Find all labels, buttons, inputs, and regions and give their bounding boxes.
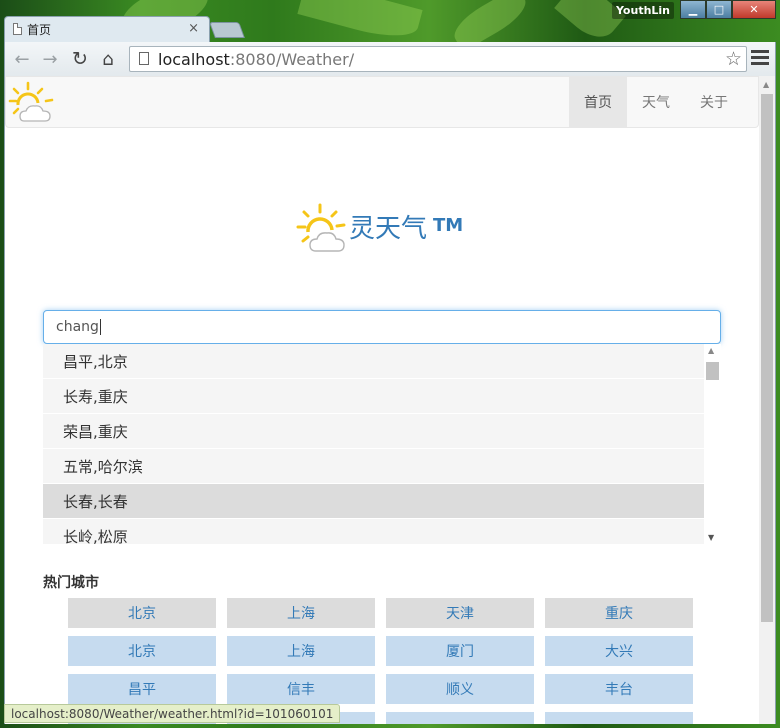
city-button[interactable]: 重庆	[545, 598, 693, 628]
suggestion-item[interactable]: 长岭,松原	[43, 519, 704, 544]
city-button[interactable]: 丰台	[545, 674, 693, 704]
search-value: chang	[56, 319, 99, 335]
city-button[interactable]	[386, 712, 534, 724]
profile-name[interactable]: YouthLin	[612, 2, 674, 19]
app-title-text: 灵天气	[349, 214, 428, 244]
scroll-down-arrow-icon[interactable]: ▼	[708, 533, 714, 542]
browser-toolbar: ← → ↻ ⌂ localhost:8080/Weather/ ☆	[4, 42, 776, 76]
city-button[interactable]: 北京	[68, 598, 216, 628]
browser-window: 首页 × YouthLin ▁ □ ✕ ← → ↻ ⌂ localhost:80…	[0, 0, 780, 728]
hot-cities-row: 北京 上海 厦门 大兴	[68, 636, 708, 666]
url-path: :8080/Weather/	[229, 49, 355, 69]
city-button[interactable]: 昌平	[68, 674, 216, 704]
scroll-up-arrow-icon[interactable]: ▲	[708, 346, 714, 355]
scroll-up-arrow-icon[interactable]: ▲	[763, 80, 769, 89]
forward-button[interactable]: →	[39, 48, 61, 70]
scrollbar-thumb[interactable]	[706, 362, 719, 380]
city-button[interactable]	[545, 712, 693, 724]
scrollbar-thumb[interactable]	[761, 94, 773, 622]
city-button[interactable]: 上海	[227, 636, 375, 666]
tab-title: 首页	[27, 23, 52, 37]
suggestion-item[interactable]: 五常,哈尔滨	[43, 449, 704, 484]
city-button[interactable]: 顺义	[386, 674, 534, 704]
trademark-mark: TM	[433, 215, 464, 236]
page-icon	[139, 52, 149, 65]
sun-cloud-logo-icon	[296, 203, 346, 252]
menu-icon[interactable]	[751, 50, 769, 68]
page-scrollbar[interactable]: ▲	[759, 76, 775, 724]
page-icon	[13, 23, 22, 35]
city-button[interactable]: 北京	[68, 636, 216, 666]
suggestion-item[interactable]: 荣昌,重庆	[43, 414, 704, 449]
back-button[interactable]: ←	[11, 48, 33, 70]
navbar: 首页 天气 关于	[5, 76, 759, 128]
reload-button[interactable]: ↻	[69, 48, 91, 70]
minimize-button[interactable]: ▁	[680, 0, 706, 19]
city-button[interactable]: 大兴	[545, 636, 693, 666]
new-tab-button[interactable]	[209, 22, 245, 38]
status-bar-url: localhost:8080/Weather/weather.html?id=1…	[4, 704, 341, 723]
bookmark-star-icon[interactable]: ☆	[725, 48, 742, 70]
hot-cities-heading: 热门城市	[43, 575, 99, 591]
address-bar[interactable]: localhost:8080/Weather/ ☆	[129, 46, 747, 72]
city-search-input[interactable]: chang	[43, 310, 721, 344]
suggestion-item[interactable]: 昌平,北京	[43, 344, 704, 379]
city-button[interactable]: 天津	[386, 598, 534, 628]
nav-about[interactable]: 关于	[685, 77, 743, 127]
hot-cities-row: 昌平 信丰 顺义 丰台	[68, 674, 708, 704]
url-host: localhost	[158, 49, 230, 69]
nav-home[interactable]: 首页	[569, 77, 627, 127]
city-button[interactable]: 厦门	[386, 636, 534, 666]
home-button[interactable]: ⌂	[97, 48, 119, 70]
city-button[interactable]: 上海	[227, 598, 375, 628]
text-caret	[99, 319, 101, 335]
sun-cloud-logo-icon[interactable]	[8, 81, 56, 125]
page-viewport: 首页 天气 关于 灵天气TM chang 昌平,北京 长寿,重庆 荣昌,重庆	[4, 76, 776, 724]
close-window-button[interactable]: ✕	[732, 0, 776, 19]
suggestion-item[interactable]: 长寿,重庆	[43, 379, 704, 414]
close-tab-icon[interactable]: ×	[188, 21, 199, 36]
hot-cities-row: 北京 上海 天津 重庆	[68, 598, 708, 628]
autocomplete-list: 昌平,北京 长寿,重庆 荣昌,重庆 五常,哈尔滨 长春,长春 长岭,松原 ▲ ▼	[43, 344, 721, 544]
autocomplete-scrollbar[interactable]: ▲ ▼	[704, 344, 721, 544]
tab-home[interactable]: 首页 ×	[4, 16, 210, 42]
app-title: 灵天气 TM	[349, 208, 463, 245]
suggestion-item-highlighted[interactable]: 长春,长春	[43, 484, 704, 519]
maximize-button[interactable]: □	[706, 0, 732, 19]
nav-weather[interactable]: 天气	[627, 77, 685, 127]
city-button[interactable]: 信丰	[227, 674, 375, 704]
